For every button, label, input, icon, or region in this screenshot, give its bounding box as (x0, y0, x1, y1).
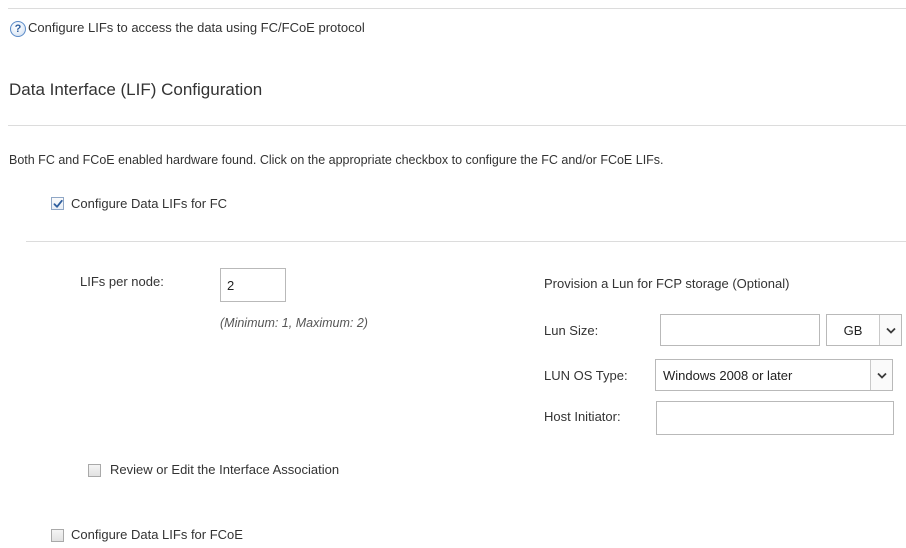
lun-size-unit-value: GB (843, 322, 863, 338)
fcoe-checkbox[interactable] (51, 529, 64, 542)
lifs-range-hint: (Minimum: 1, Maximum: 2) (220, 316, 368, 330)
fc-divider (26, 241, 906, 242)
chevron-down-icon[interactable] (879, 315, 901, 345)
lun-os-type-value: Windows 2008 or later (663, 367, 793, 383)
check-mark-icon (53, 199, 63, 208)
section-title: Data Interface (LIF) Configuration (9, 80, 263, 99)
review-interface-label[interactable]: Review or Edit the Interface Association (110, 462, 339, 477)
lifs-per-node-input[interactable]: 2 (220, 268, 286, 302)
fc-checkbox-label[interactable]: Configure Data LIFs for FC (71, 196, 227, 211)
hardware-info-text: Both FC and FCoE enabled hardware found.… (9, 153, 664, 167)
host-initiator-label: Host Initiator: (544, 409, 621, 424)
chevron-down-icon[interactable] (870, 360, 892, 390)
host-initiator-input[interactable] (656, 401, 894, 435)
help-text: Configure LIFs to access the data using … (28, 20, 365, 35)
fcoe-checkbox-label[interactable]: Configure Data LIFs for FCoE (71, 527, 243, 542)
lun-size-unit-select[interactable]: GB (826, 314, 902, 346)
lun-provision-heading: Provision a Lun for FCP storage (Optiona… (544, 276, 790, 291)
review-interface-checkbox[interactable] (88, 464, 101, 477)
lun-size-label: Lun Size: (544, 323, 599, 338)
section-divider (8, 125, 906, 126)
lun-size-input[interactable] (660, 314, 820, 346)
top-divider (8, 8, 906, 9)
fc-checkbox[interactable] (51, 197, 64, 210)
lifs-per-node-label: LIFs per node: (80, 274, 164, 289)
help-icon[interactable]: ? (10, 21, 26, 37)
lun-os-type-select[interactable]: Windows 2008 or later (655, 359, 893, 391)
lif-configuration-page: ? Configure LIFs to access the data usin… (0, 0, 906, 548)
lun-os-type-label: LUN OS Type: (544, 368, 628, 383)
